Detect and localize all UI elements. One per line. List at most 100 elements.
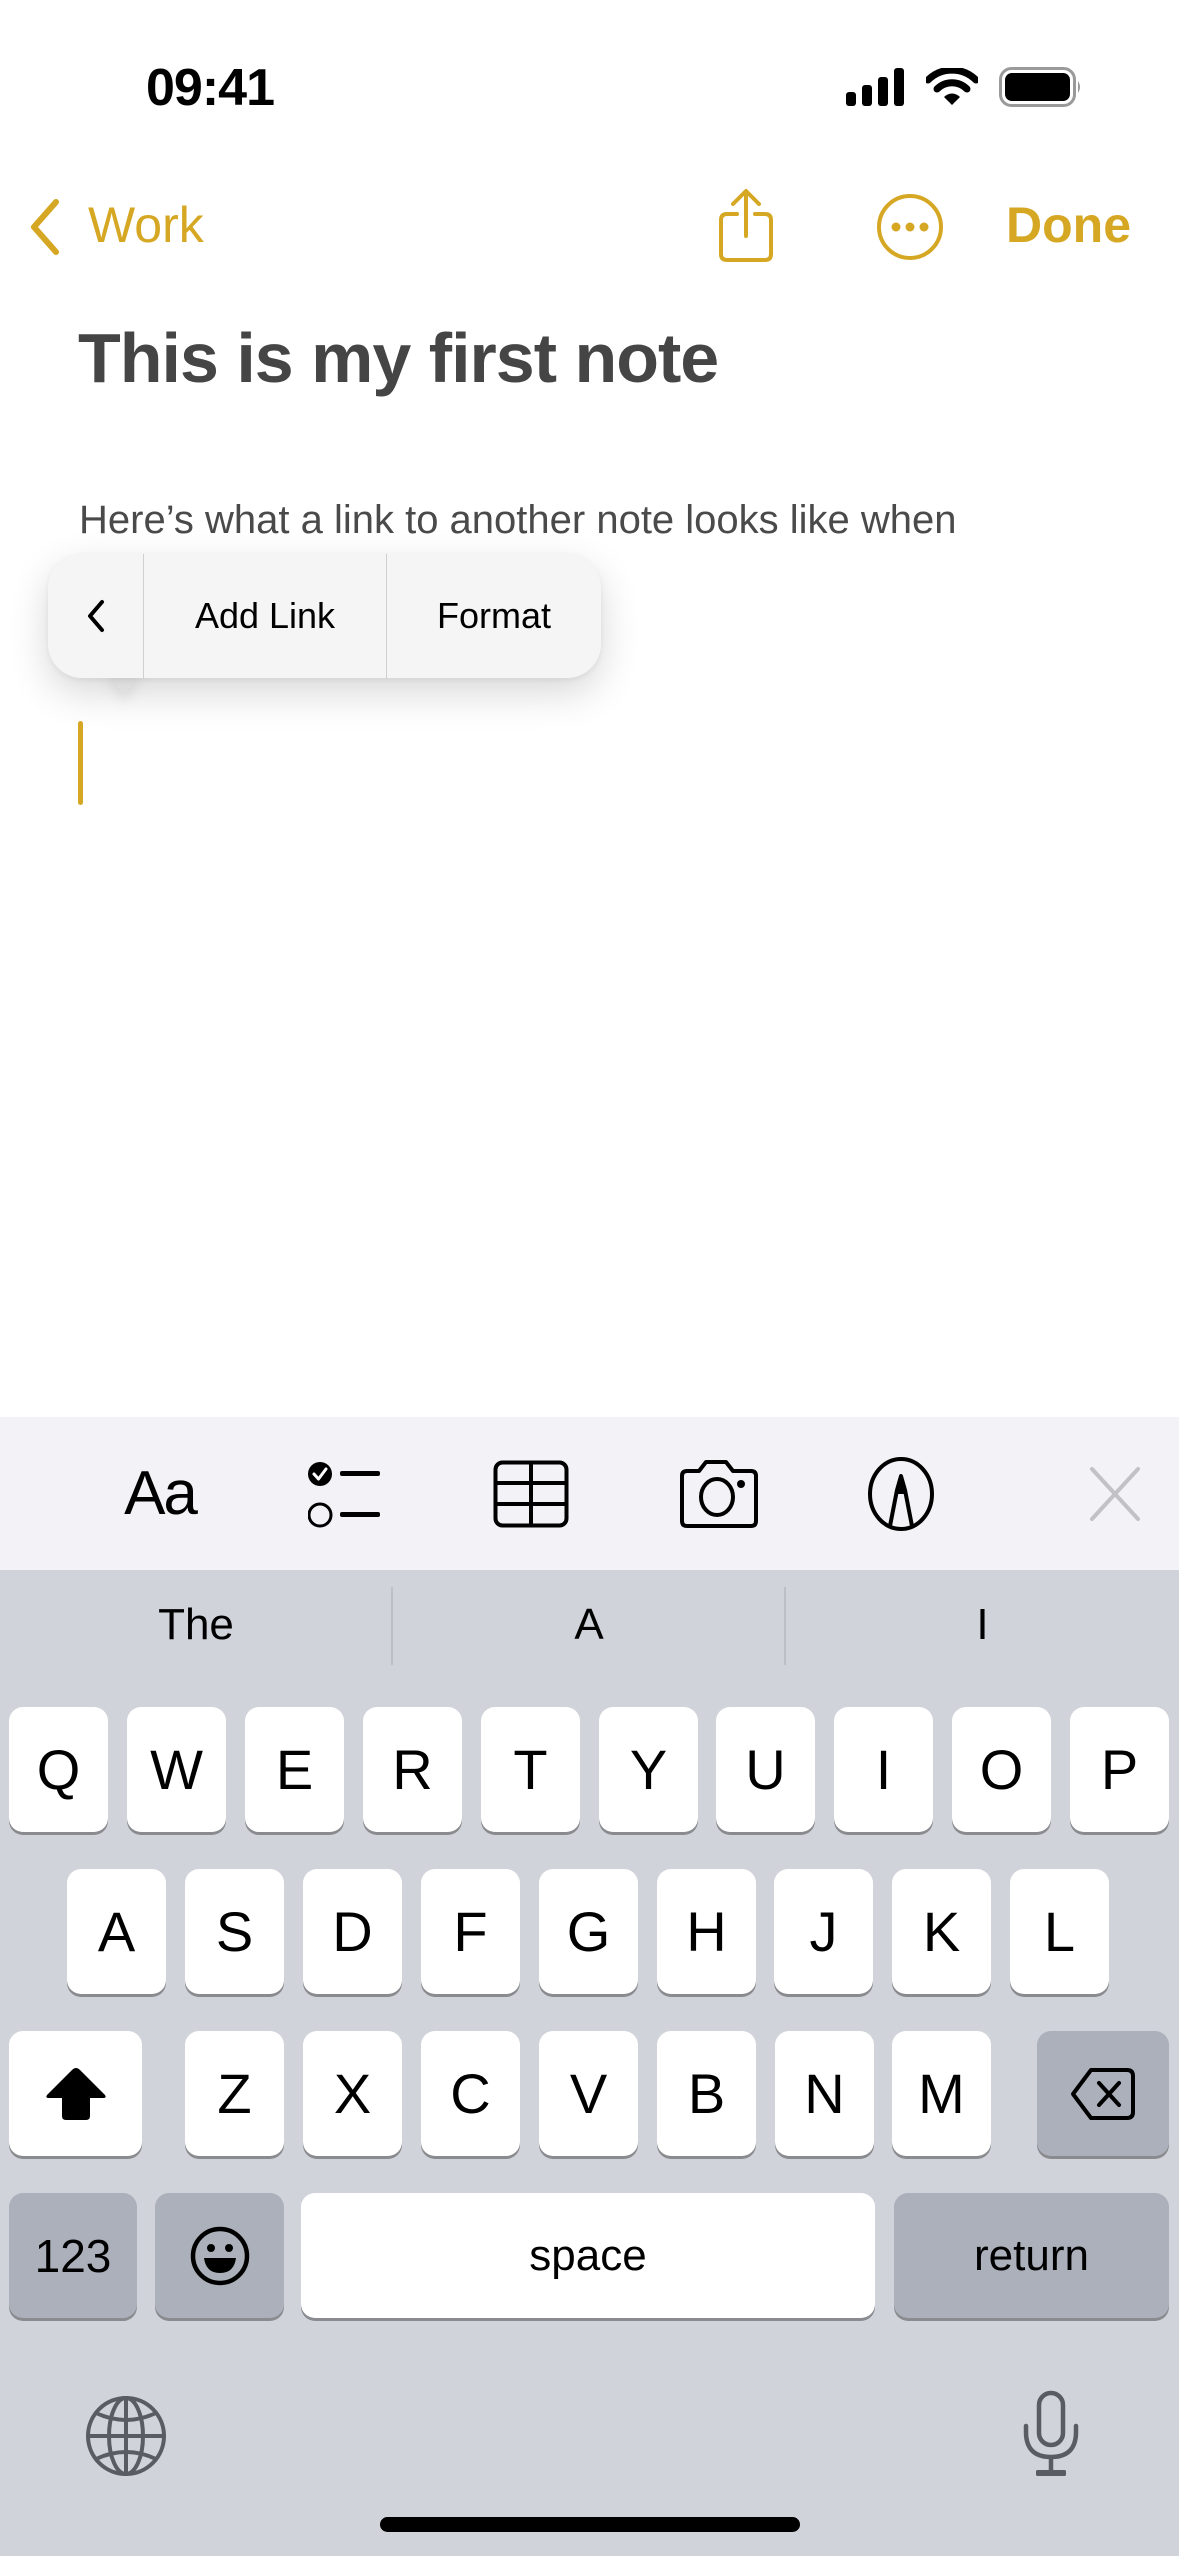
checklist-icon: [308, 1461, 380, 1527]
share-icon: [719, 189, 773, 262]
close-toolbar-button[interactable]: [1070, 1417, 1160, 1570]
delete-backspace-icon: [1071, 2067, 1135, 2120]
camera-button[interactable]: [664, 1417, 774, 1570]
space-key-label: space: [529, 2230, 647, 2280]
suggestion-1[interactable]: The: [0, 1570, 392, 1680]
key-w[interactable]: W: [127, 1707, 226, 1832]
format-button[interactable]: Format: [387, 554, 601, 678]
key-v[interactable]: V: [539, 2031, 638, 2156]
key-j[interactable]: J: [774, 1869, 873, 1994]
emoji-icon: [190, 2226, 249, 2285]
key-i[interactable]: I: [834, 1707, 933, 1832]
camera-icon: [680, 1459, 758, 1528]
text-format-icon: Aa: [124, 1459, 198, 1528]
battery-icon: [999, 67, 1080, 107]
markup-icon: [868, 1456, 934, 1531]
key-t[interactable]: T: [481, 1707, 580, 1832]
wifi-icon: [926, 68, 978, 105]
dictation-button[interactable]: [996, 2380, 1106, 2492]
key-h[interactable]: H: [657, 1869, 756, 1994]
key-g[interactable]: G: [539, 1869, 638, 1994]
note-body[interactable]: Here’s what a link to another note looks…: [79, 498, 957, 543]
edit-menu: Add Link Format: [48, 554, 601, 678]
key-n[interactable]: N: [775, 2031, 874, 2156]
key-f[interactable]: F: [421, 1869, 520, 1994]
key-label: O: [979, 1737, 1024, 1801]
key-label: N: [804, 2061, 845, 2125]
checklist-button[interactable]: [290, 1417, 400, 1570]
key-x[interactable]: X: [303, 2031, 402, 2156]
key-label: S: [215, 1899, 254, 1963]
delete-key[interactable]: [1037, 2031, 1169, 2156]
key-e[interactable]: E: [245, 1707, 344, 1832]
add-link-button[interactable]: Add Link: [144, 554, 386, 678]
key-y[interactable]: Y: [599, 1707, 698, 1832]
chevron-left-icon: [87, 600, 104, 632]
key-d[interactable]: D: [303, 1869, 402, 1994]
space-key[interactable]: space: [301, 2193, 875, 2318]
key-label: D: [332, 1899, 373, 1963]
key-label: V: [569, 2061, 608, 2125]
key-label: Z: [217, 2061, 252, 2125]
key-label: K: [922, 1899, 961, 1963]
note-title[interactable]: This is my first note: [78, 318, 719, 398]
key-s[interactable]: S: [185, 1869, 284, 1994]
globe-button[interactable]: [70, 2380, 182, 2492]
markup-button[interactable]: [846, 1417, 956, 1570]
format-toolbar: Aa: [0, 1417, 1179, 1570]
table-button[interactable]: [476, 1417, 586, 1570]
microphone-icon: [1023, 2390, 1079, 2476]
ellipsis-circle-icon: [877, 194, 943, 260]
shift-key[interactable]: [9, 2031, 142, 2156]
key-label: C: [450, 2061, 491, 2125]
key-label: U: [745, 1737, 786, 1801]
key-label: T: [513, 1737, 548, 1801]
key-label: H: [686, 1899, 727, 1963]
table-icon: [493, 1460, 569, 1527]
suggestion-2[interactable]: A: [393, 1570, 785, 1680]
suggestion-3[interactable]: I: [786, 1570, 1179, 1680]
text-cursor: [78, 721, 83, 805]
key-label: Y: [629, 1737, 668, 1801]
more-button[interactable]: [868, 186, 954, 268]
status-time: 09:41: [146, 59, 275, 117]
key-label: B: [687, 2061, 726, 2125]
done-button[interactable]: Done: [1006, 196, 1131, 254]
key-u[interactable]: U: [716, 1707, 815, 1832]
key-k[interactable]: K: [892, 1869, 991, 1994]
key-label: L: [1043, 1899, 1076, 1963]
emoji-key[interactable]: [155, 2193, 284, 2318]
key-z[interactable]: Z: [185, 2031, 284, 2156]
key-label: A: [97, 1899, 136, 1963]
edit-menu-back-button[interactable]: [48, 554, 143, 678]
key-m[interactable]: M: [892, 2031, 991, 2156]
close-icon: [1090, 1466, 1140, 1521]
key-p[interactable]: P: [1070, 1707, 1169, 1832]
numbers-key-label: 123: [34, 2229, 112, 2282]
key-label: Q: [36, 1737, 81, 1801]
key-label: X: [333, 2061, 372, 2125]
key-label: M: [918, 2061, 965, 2125]
key-label: F: [453, 1899, 488, 1963]
share-button[interactable]: [705, 180, 785, 270]
text-format-button[interactable]: Aa: [100, 1417, 220, 1570]
key-label: E: [275, 1737, 314, 1801]
chevron-left-icon: [31, 199, 59, 255]
key-r[interactable]: R: [363, 1707, 462, 1832]
home-indicator[interactable]: [380, 2517, 800, 2532]
globe-icon: [86, 2396, 166, 2476]
key-label: J: [809, 1899, 838, 1963]
key-label: W: [150, 1737, 203, 1801]
return-key[interactable]: return: [894, 2193, 1169, 2318]
back-label[interactable]: Work: [88, 196, 204, 254]
key-l[interactable]: L: [1010, 1869, 1109, 1994]
key-label: P: [1100, 1737, 1139, 1801]
key-c[interactable]: C: [421, 2031, 520, 2156]
return-key-label: return: [974, 2230, 1089, 2280]
key-o[interactable]: O: [952, 1707, 1051, 1832]
key-a[interactable]: A: [67, 1869, 166, 1994]
key-b[interactable]: B: [657, 2031, 756, 2156]
cellular-signal-icon: [846, 68, 904, 106]
key-q[interactable]: Q: [9, 1707, 108, 1832]
numbers-key[interactable]: 123: [9, 2193, 137, 2318]
